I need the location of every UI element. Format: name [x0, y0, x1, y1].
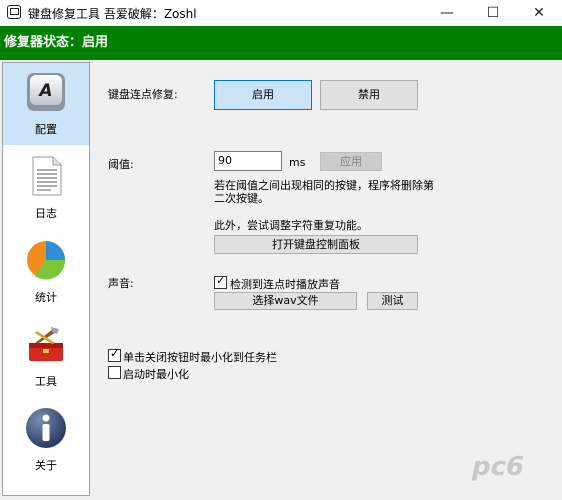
close-button[interactable]: ✕: [516, 0, 562, 26]
svg-text:A: A: [37, 81, 52, 101]
minimize-button[interactable]: —: [424, 0, 470, 26]
repeat-hint: 此外，尝试调整字符重复功能。: [214, 219, 368, 232]
document-icon: [32, 156, 62, 196]
sidebar-item-about[interactable]: 关于: [3, 399, 89, 481]
status-banner: 修复器状态：启用: [0, 26, 562, 60]
sidebar: A 配置 日志 统计 工具 关于: [2, 62, 90, 496]
sidebar-item-label: 配置: [35, 123, 57, 136]
sidebar-item-label: 关于: [35, 459, 57, 472]
sidebar-item-label: 日志: [35, 207, 57, 220]
app-window: 键盘修复工具 吾爱破解：Zoshl — ☐ ✕ 修复器状态：启用 A 配置 日志…: [0, 0, 562, 500]
sidebar-item-config[interactable]: A 配置: [3, 63, 89, 145]
sidebar-item-stats[interactable]: 统计: [3, 231, 89, 313]
chatter-fix-label: 键盘连点修复:: [108, 88, 178, 101]
threshold-unit: ms: [289, 156, 306, 169]
pc6-watermark: pc6: [472, 452, 525, 482]
config-panel: 键盘连点修复: 启用 禁用 阈值: 90 ms 应用 若在阈值之间出现相同的按键…: [90, 62, 560, 496]
choose-wav-button[interactable]: 选择wav文件: [214, 292, 357, 310]
keyboard-key-icon: A: [27, 73, 65, 111]
start-minimized-checkbox[interactable]: [108, 366, 121, 379]
pie-chart-icon: [27, 241, 66, 280]
sidebar-item-label: 工具: [35, 375, 57, 388]
sidebar-item-log[interactable]: 日志: [3, 147, 89, 229]
play-sound-checkbox[interactable]: [214, 274, 227, 289]
threshold-label: 阈值:: [108, 158, 134, 171]
sound-label: 声音:: [108, 277, 134, 290]
apply-button[interactable]: 应用: [320, 152, 382, 171]
test-sound-button[interactable]: 测试: [367, 292, 418, 310]
open-keyboard-panel-button[interactable]: 打开键盘控制面板: [214, 235, 418, 254]
toolbox-icon: [29, 327, 63, 361]
title-bar: 键盘修复工具 吾爱破解：Zoshl — ☐ ✕: [0, 0, 562, 26]
threshold-description-line2: 二次按键。: [214, 192, 269, 205]
sidebar-item-tools[interactable]: 工具: [3, 315, 89, 397]
play-sound-label: 检测到连点时播放声音: [230, 278, 340, 291]
threshold-input[interactable]: 90: [214, 151, 282, 171]
minimize-on-close-label: 单击关闭按钮时最小化到任务栏: [123, 351, 277, 364]
sidebar-item-label: 统计: [35, 291, 57, 304]
enable-button[interactable]: 启用: [214, 80, 312, 110]
info-icon: [26, 408, 66, 448]
minimize-on-close-checkbox[interactable]: [108, 347, 121, 362]
start-minimized-label: 启动时最小化: [123, 368, 189, 381]
window-title: 键盘修复工具 吾爱破解：Zoshl: [28, 7, 197, 21]
maximize-button[interactable]: ☐: [470, 0, 516, 26]
app-icon: [7, 5, 21, 19]
disable-button[interactable]: 禁用: [320, 80, 418, 110]
